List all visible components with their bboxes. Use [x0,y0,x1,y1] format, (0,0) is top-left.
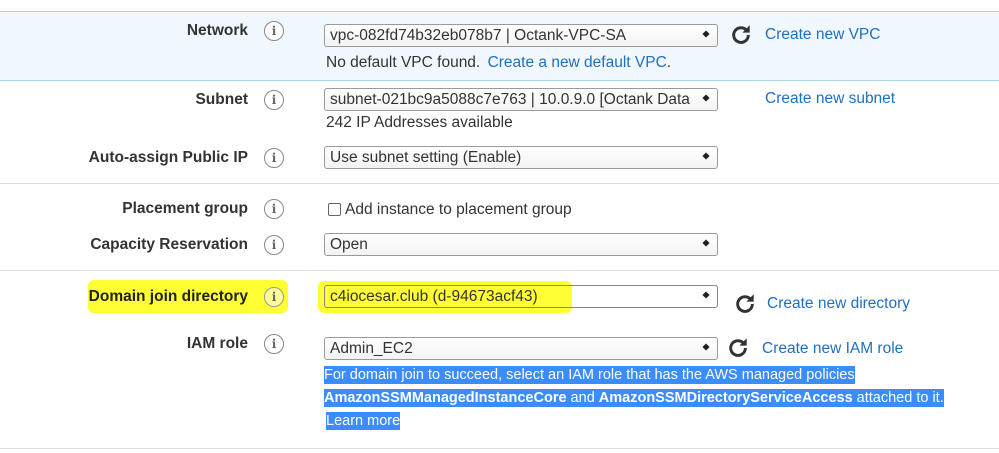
iam-help-text-1: For domain join to succeed, select an IA… [324,366,855,384]
iam-help-line-1: For domain join to succeed, select an IA… [324,366,855,384]
domain-join-refresh-icon[interactable] [734,292,756,314]
network-info-icon[interactable]: i [264,21,284,41]
subnet-label: Subnet [195,91,248,108]
iam-role-label: IAM role [186,335,248,352]
network-help-suffix: . [666,54,672,71]
iam-help-attached: attached to it. [852,390,944,406]
subnet-info-icon[interactable]: i [264,90,284,110]
auto-assign-ip-select-value: Use subnet setting (Enable) [330,149,522,166]
iam-role-select[interactable]: Admin_EC2 ⯁ [324,337,718,360]
dropdown-arrow-icon: ⯁ [698,25,714,46]
domain-join-select-value: c4iocesar.club (d-94673acf43) [330,288,538,305]
dropdown-arrow-icon: ⯁ [698,338,714,359]
dropdown-arrow-icon: ⯁ [698,147,714,168]
network-help-prefix: No default VPC found. [326,54,481,71]
ssm-instance-core-policy: AmazonSSMManagedInstanceCore [324,390,567,406]
network-help: No default VPC found. Create a new defau… [326,54,671,72]
create-new-vpc-link[interactable]: Create new VPC [765,26,880,44]
dropdown-arrow-icon: ⯁ [698,234,714,255]
placement-group-info-icon[interactable]: i [264,199,284,219]
network-refresh-icon[interactable] [730,23,752,45]
section-divider [0,448,999,449]
iam-help-line-3: Learn more [326,412,401,430]
iam-help-and: and [566,390,599,406]
capacity-reservation-select[interactable]: Open ⯁ [324,233,718,256]
ssm-directory-service-policy: AmazonSSMDirectoryServiceAccess [598,390,853,406]
placement-group-checkbox[interactable] [328,203,341,216]
capacity-reservation-label: Capacity Reservation [90,236,248,253]
domain-join-label: Domain join directory [88,288,248,305]
iam-role-select-value: Admin_EC2 [330,340,413,357]
dropdown-arrow-icon: ⯁ [698,89,714,110]
create-default-vpc-link[interactable]: Create a new default VPC [488,54,667,71]
subnet-select-value: subnet-021bc9a5088c7e763 | 10.0.9.0 [Oct… [330,91,690,108]
iam-role-refresh-icon[interactable] [727,336,749,358]
section-divider [0,183,999,184]
subnet-select[interactable]: subnet-021bc9a5088c7e763 | 10.0.9.0 [Oct… [324,88,718,111]
domain-join-info-icon[interactable]: i [264,287,284,307]
dropdown-arrow-icon: ⯁ [698,286,714,307]
auto-assign-ip-label: Auto-assign Public IP [88,149,248,166]
domain-join-select[interactable]: c4iocesar.club (d-94673acf43) ⯁ [324,285,718,308]
create-new-directory-link[interactable]: Create new directory [767,295,910,313]
network-label: Network [186,22,248,39]
subnet-help: 242 IP Addresses available [326,114,513,131]
iam-help-line-2: AmazonSSMManagedInstanceCore and AmazonS… [324,389,944,407]
placement-group-checkbox-label[interactable]: Add instance to placement group [345,201,572,219]
network-select[interactable]: vpc-082fd74b32eb078b7 | Octank-VPC-SA ⯁ [324,24,718,47]
create-new-subnet-link[interactable]: Create new subnet [765,90,895,108]
auto-assign-ip-select[interactable]: Use subnet setting (Enable) ⯁ [324,146,718,169]
create-new-iam-role-link[interactable]: Create new IAM role [762,340,903,358]
network-select-value: vpc-082fd74b32eb078b7 | Octank-VPC-SA [330,27,627,44]
capacity-reservation-info-icon[interactable]: i [264,235,284,255]
learn-more-link[interactable]: Learn more [326,412,401,430]
capacity-reservation-select-value: Open [330,236,368,253]
section-divider [0,270,999,271]
placement-group-label: Placement group [122,200,248,217]
auto-assign-ip-info-icon[interactable]: i [264,148,284,168]
iam-role-info-icon[interactable]: i [264,334,284,354]
